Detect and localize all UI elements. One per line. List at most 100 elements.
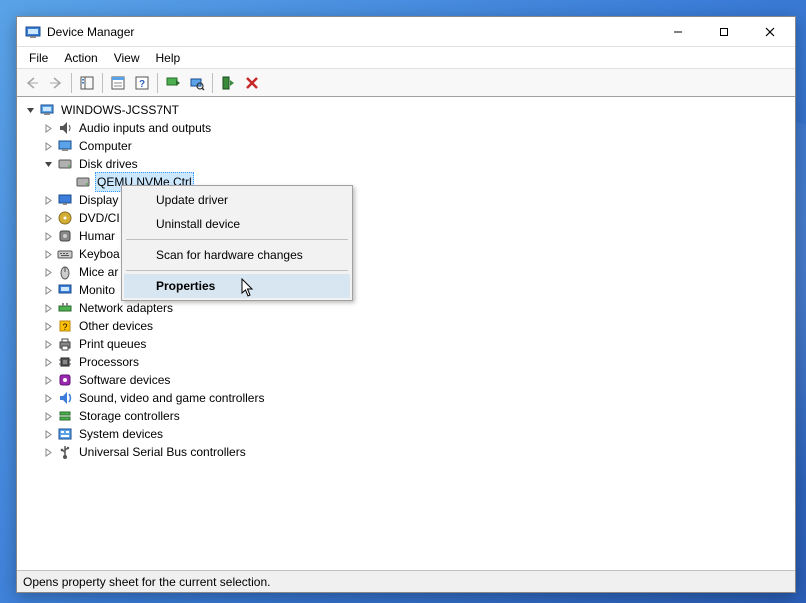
menu-view[interactable]: View: [106, 49, 148, 67]
minimize-button[interactable]: [655, 17, 701, 47]
network-icon: [57, 300, 73, 316]
computer-icon: [57, 138, 73, 154]
chevron-right-icon[interactable]: [41, 391, 55, 405]
app-icon: [25, 24, 41, 40]
tree-category[interactable]: Universal Serial Bus controllers: [17, 443, 795, 461]
disk-icon: [75, 174, 91, 190]
tree-category-label: Mice ar: [77, 263, 120, 281]
system-icon: [57, 426, 73, 442]
properties-button[interactable]: [107, 72, 129, 94]
cpu-icon: [57, 354, 73, 370]
storage-icon: [57, 408, 73, 424]
monitor-icon: [57, 282, 73, 298]
tree-category-label: Computer: [77, 137, 134, 155]
context-menu-item[interactable]: Properties: [124, 274, 350, 298]
chevron-right-icon[interactable]: [41, 319, 55, 333]
help-button[interactable]: ?: [131, 72, 153, 94]
tree-category-label: Humar: [77, 227, 117, 245]
tree-root[interactable]: WINDOWS-JCSS7NT: [17, 101, 795, 119]
computer-icon: [39, 102, 55, 118]
chevron-right-icon[interactable]: [41, 373, 55, 387]
disk-icon: [57, 156, 73, 172]
tree-category[interactable]: Processors: [17, 353, 795, 371]
chevron-right-icon[interactable]: [41, 301, 55, 315]
tree-category-label: Storage controllers: [77, 407, 182, 425]
chevron-down-icon[interactable]: [23, 103, 37, 117]
menu-help[interactable]: Help: [148, 49, 189, 67]
chevron-right-icon[interactable]: [41, 247, 55, 261]
tree-category[interactable]: Computer: [17, 137, 795, 155]
other-icon: ?: [57, 318, 73, 334]
display-icon: [57, 192, 73, 208]
device-tree-panel[interactable]: WINDOWS-JCSS7NT Audio inputs and outputs…: [17, 97, 795, 570]
toolbar: ?: [17, 69, 795, 97]
tree-category-label: Network adapters: [77, 299, 175, 317]
tree-category[interactable]: Software devices: [17, 371, 795, 389]
svg-text:?: ?: [62, 322, 67, 332]
menubar: File Action View Help: [17, 47, 795, 69]
update-driver-button[interactable]: [162, 72, 184, 94]
mouse-icon: [57, 264, 73, 280]
hid-icon: [57, 228, 73, 244]
tree-category-label: Keyboa: [77, 245, 122, 263]
chevron-right-icon[interactable]: [41, 265, 55, 279]
menu-action[interactable]: Action: [56, 49, 105, 67]
chevron-right-icon[interactable]: [41, 337, 55, 351]
maximize-button[interactable]: [701, 17, 747, 47]
chevron-right-icon[interactable]: [41, 445, 55, 459]
audio-icon: [57, 120, 73, 136]
show-hide-tree-button[interactable]: [76, 72, 98, 94]
chevron-right-icon[interactable]: [41, 193, 55, 207]
chevron-right-icon[interactable]: [41, 427, 55, 441]
chevron-down-icon[interactable]: [41, 157, 55, 171]
dvd-icon: [57, 210, 73, 226]
back-button: [21, 72, 43, 94]
chevron-right-icon[interactable]: [41, 229, 55, 243]
tree-category-label: DVD/CI: [77, 209, 122, 227]
chevron-right-icon[interactable]: [41, 121, 55, 135]
titlebar: Device Manager: [17, 17, 795, 47]
tree-category[interactable]: Storage controllers: [17, 407, 795, 425]
context-menu-item[interactable]: Scan for hardware changes: [124, 243, 350, 267]
scan-hardware-button[interactable]: [186, 72, 208, 94]
context-menu-separator: [126, 270, 348, 271]
context-menu-item[interactable]: Uninstall device: [124, 212, 350, 236]
context-menu-separator: [126, 239, 348, 240]
tree-category-label: Sound, video and game controllers: [77, 389, 266, 407]
tree-category[interactable]: Audio inputs and outputs: [17, 119, 795, 137]
usb-icon: [57, 444, 73, 460]
statusbar: Opens property sheet for the current sel…: [17, 570, 795, 592]
uninstall-device-button[interactable]: [241, 72, 263, 94]
tree-category[interactable]: ? Other devices: [17, 317, 795, 335]
forward-button: [45, 72, 67, 94]
tree-root-label: WINDOWS-JCSS7NT: [59, 101, 181, 119]
chevron-right-icon[interactable]: [41, 283, 55, 297]
tree-category[interactable]: Sound, video and game controllers: [17, 389, 795, 407]
tree-category-label: Other devices: [77, 317, 155, 335]
tree-category-label: Universal Serial Bus controllers: [77, 443, 248, 461]
tree-category[interactable]: Network adapters: [17, 299, 795, 317]
context-menu-item[interactable]: Update driver: [124, 188, 350, 212]
keyboard-icon: [57, 246, 73, 262]
chevron-right-icon[interactable]: [41, 409, 55, 423]
chevron-right-icon[interactable]: [41, 355, 55, 369]
tree-category[interactable]: Print queues: [17, 335, 795, 353]
software-icon: [57, 372, 73, 388]
tree-category-label: Software devices: [77, 371, 172, 389]
tree-category-label: Monito: [77, 281, 117, 299]
window-title: Device Manager: [47, 25, 655, 39]
tree-category-label: Display: [77, 191, 120, 209]
svg-text:?: ?: [139, 79, 145, 90]
tree-category-label: Print queues: [77, 335, 148, 353]
tree-category-label: System devices: [77, 425, 165, 443]
tree-category[interactable]: Disk drives: [17, 155, 795, 173]
close-button[interactable]: [747, 17, 793, 47]
chevron-right-icon[interactable]: [41, 139, 55, 153]
print-icon: [57, 336, 73, 352]
tree-category-label: Audio inputs and outputs: [77, 119, 213, 137]
tree-category[interactable]: System devices: [17, 425, 795, 443]
enable-device-button[interactable]: [217, 72, 239, 94]
menu-file[interactable]: File: [21, 49, 56, 67]
chevron-right-icon[interactable]: [41, 211, 55, 225]
sound-icon: [57, 390, 73, 406]
